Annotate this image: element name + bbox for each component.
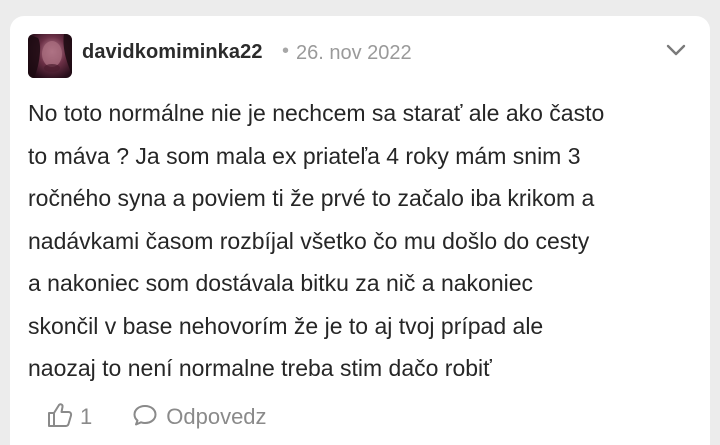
comment-text: No toto normálne nie je nechcem sa stara…	[28, 100, 605, 381]
avatar-image	[28, 34, 72, 78]
username[interactable]: davidkomiminka22	[82, 41, 263, 64]
chevron-down-icon[interactable]	[664, 38, 688, 62]
comment-actions: 1 Odpovedz	[46, 400, 267, 434]
like-button[interactable]: 1	[46, 401, 92, 434]
comment-date: 26. nov 2022	[296, 42, 412, 64]
separator-dot: •	[282, 40, 290, 62]
speech-bubble-icon	[132, 403, 158, 432]
like-count: 1	[80, 404, 93, 429]
comment-card: davidkomiminka22 • 26. nov 2022 No toto …	[10, 16, 710, 445]
reply-button[interactable]: Odpovedz	[132, 403, 267, 432]
reply-label: Odpovedz	[166, 404, 267, 429]
thumbs-up-icon	[46, 401, 74, 434]
avatar[interactable]	[28, 34, 72, 78]
